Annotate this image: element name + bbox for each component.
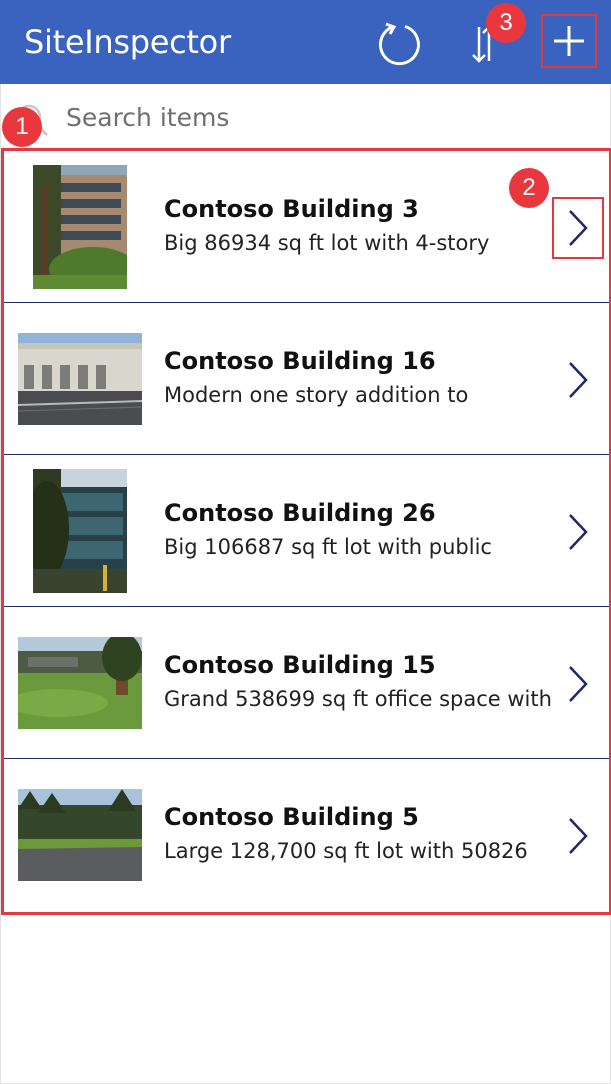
building-thumbnail [33,165,127,289]
list-item[interactable]: Contoso Building 5 Large 128,700 sq ft l… [4,759,609,911]
item-title: Contoso Building 15 [164,651,436,679]
item-title: Contoso Building 3 [164,195,419,223]
refresh-icon [379,22,420,66]
building-thumbnail [33,469,127,593]
item-title: Contoso Building 5 [164,803,419,831]
add-button[interactable] [541,14,597,68]
chevron-right-icon [569,666,588,702]
list-item[interactable]: Contoso Building 16 Modern one story add… [4,303,609,455]
building-thumbnail [18,789,142,881]
items-gallery: Contoso Building 3 Big 86934 sq ft lot w… [1,148,611,915]
item-details-button[interactable] [552,197,604,259]
annotation-badge: 3 [486,3,526,43]
building-thumbnail [18,637,142,729]
annotation-badge: 2 [509,168,549,208]
list-item[interactable]: Contoso Building 15 Grand 538699 sq ft o… [4,607,609,759]
list-item[interactable]: Contoso Building 26 Big 106687 sq ft lot… [4,455,609,607]
add-icon [554,26,584,56]
item-details-button[interactable] [552,501,604,563]
search-input[interactable] [66,98,586,136]
item-details-button[interactable] [552,805,604,867]
item-description: Large 128,700 sq ft lot with 50826 [164,839,528,863]
chevron-right-icon [569,210,588,246]
item-title: Contoso Building 16 [164,347,436,375]
app-title: SiteInspector [24,23,231,61]
refresh-button[interactable] [374,18,426,70]
chevron-right-icon [569,514,588,550]
item-description: Big 86934 sq ft lot with 4-story [164,231,490,255]
item-description: Modern one story addition to [164,383,469,407]
chevron-right-icon [569,818,588,854]
item-title: Contoso Building 26 [164,499,436,527]
chevron-right-icon [569,362,588,398]
item-description: Big 106687 sq ft lot with public [164,535,492,559]
item-details-button[interactable] [552,349,604,411]
item-details-button[interactable] [552,653,604,715]
annotation-badge: 1 [2,107,42,147]
item-description: Grand 538699 sq ft office space with [164,687,552,711]
search-bar [0,84,611,148]
building-thumbnail [18,333,142,425]
